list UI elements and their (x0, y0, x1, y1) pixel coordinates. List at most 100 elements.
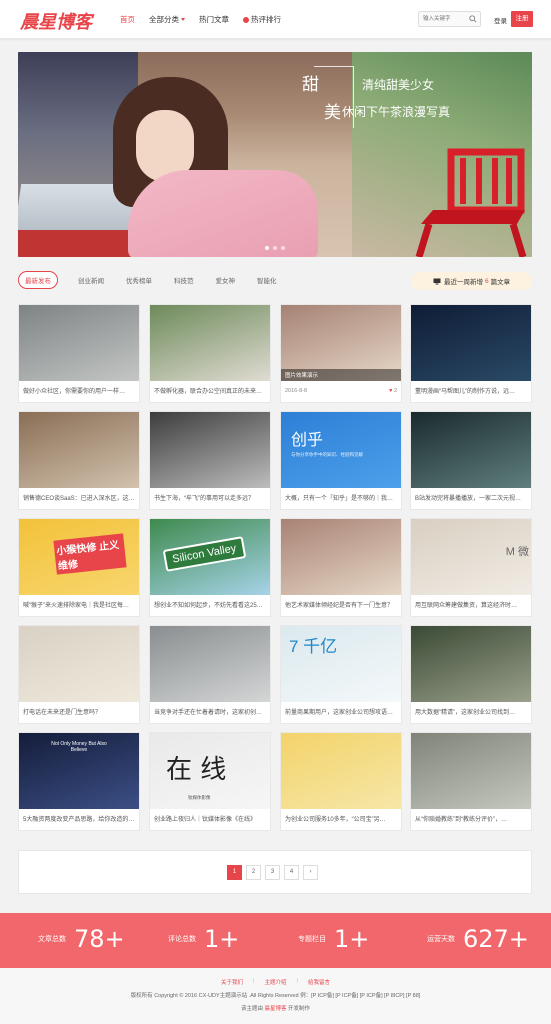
article-card[interactable]: 做好小众社区，你需要你的用户一样… (18, 304, 140, 403)
article-title[interactable]: 董明漫画“马帮图儿”的制作方说，远… (411, 381, 531, 400)
banner-chair (415, 148, 527, 257)
tab-tech[interactable]: 科技范 (174, 275, 194, 285)
article-title[interactable]: 想创业不知如何起步，不妨先看看这25… (150, 595, 270, 614)
thumb-side-text: M 微 (505, 546, 529, 558)
article-title[interactable]: 为创业公司服务10多年，“公司宝”另… (281, 809, 401, 828)
footer-link-message[interactable]: 给我留言 (308, 978, 330, 986)
tab-goddess[interactable]: 爱女神 (216, 275, 236, 285)
article-title[interactable]: B站发动完将暴播播放，一家二次元视… (411, 488, 531, 507)
tab-startup-news[interactable]: 创业新闻 (78, 275, 104, 285)
article-thumbnail[interactable] (411, 626, 531, 702)
next-page-button[interactable]: › (303, 865, 318, 880)
article-thumbnail[interactable] (19, 626, 139, 702)
like-count[interactable]: ♥ 2 (389, 388, 397, 394)
page-1-button[interactable]: 1 (227, 865, 242, 880)
article-card[interactable]: 书生下海，“牟飞”的事用可以走多远？ (149, 411, 271, 510)
banner-dot[interactable] (281, 246, 285, 250)
article-title[interactable]: 用大数据“精请”，这家创业公司找到… (411, 702, 531, 721)
article-thumbnail[interactable] (150, 412, 270, 488)
article-card[interactable]: 当竞争对手还在忙着着请时，这家初创… (149, 625, 271, 724)
login-link[interactable]: 登录 (494, 15, 507, 25)
article-thumbnail[interactable] (281, 733, 401, 809)
article-card[interactable]: 不做孵化器，联合办公空间真正的未来… (149, 304, 271, 403)
article-title[interactable]: 做好小众社区，你需要你的用户一样… (19, 381, 139, 400)
nav-hot-articles-label: 热门文章 (199, 15, 229, 24)
article-thumbnail[interactable] (150, 626, 270, 702)
search-icon[interactable] (469, 15, 477, 23)
article-title[interactable]: 销售德CEO谈SaaS：已进入深水区，这… (19, 488, 139, 507)
article-card[interactable]: 在 线钛媒体影像 创业路上夜归人｜钛媒体影像《在线》 (149, 732, 271, 831)
page-2-button[interactable]: 2 (246, 865, 261, 880)
article-card[interactable]: B站发动完将暴播播放，一家二次元视… (410, 411, 532, 510)
article-thumbnail[interactable]: 小猴快修 止义维修 (19, 519, 139, 595)
nav-home[interactable]: 首页 (120, 14, 135, 25)
hero-banner[interactable]: 甜 美 清纯甜美少女 休闲下午茶浪漫写真 (18, 52, 532, 257)
article-title[interactable]: 他艺术家媒体倾经纪是否有下一门生意？ (281, 595, 401, 614)
thumb-stage-text: Not Only Money But Also Believe (51, 741, 107, 753)
article-title[interactable]: 创业路上夜归人｜钛媒体影像《在线》 (150, 809, 270, 828)
stat-value: 78+ (74, 925, 125, 953)
search-input[interactable] (419, 12, 467, 26)
article-thumbnail[interactable]: Silicon Valley (150, 519, 270, 595)
article-thumbnail[interactable] (411, 412, 531, 488)
article-thumbnail[interactable] (19, 412, 139, 488)
article-card[interactable]: 小猴快修 止义维修 喊“猴子”来火速排除家电｜我是社区每… (18, 518, 140, 617)
article-title[interactable]: 用互联网众筹建做集资，算这经济时… (411, 595, 531, 614)
article-thumbnail[interactable]: 7 千亿 (281, 626, 401, 702)
article-thumbnail[interactable]: Not Only Money But Also Believe (19, 733, 139, 809)
banner-pagination (265, 246, 285, 250)
page-4-button[interactable]: 4 (284, 865, 299, 880)
article-card[interactable]: 用大数据“精请”，这家创业公司找到… (410, 625, 532, 724)
article-thumbnail[interactable] (19, 305, 139, 381)
article-title[interactable]: 大概，只有一个「知乎」是不够的｜我… (281, 488, 401, 507)
article-card[interactable]: 打电话在未来还是门生意吗？ (18, 625, 140, 724)
article-card[interactable]: 销售德CEO谈SaaS：已进入深水区，这… (18, 411, 140, 510)
register-button[interactable]: 注册 (511, 11, 533, 27)
article-title[interactable]: 从“你赔婚教练”到“教练分评价”，… (411, 809, 531, 828)
footer-link-theme[interactable]: 主题介绍 (264, 978, 286, 986)
article-title[interactable]: 书生下海，“牟飞”的事用可以走多远？ (150, 488, 270, 507)
nav-top-comments[interactable]: 热评排行 (243, 14, 281, 25)
article-card[interactable]: M 微用互联网众筹建做集资，算这经济时… (410, 518, 532, 617)
article-card[interactable]: Not Only Money But Also Believe 5大融资两度改变产… (18, 732, 140, 831)
site-logo[interactable]: 晨星博客 (20, 8, 92, 34)
banner-dot[interactable] (265, 246, 269, 250)
article-card[interactable]: 他艺术家媒体倾经纪是否有下一门生意？ (280, 518, 402, 617)
caption-line-1: 清纯甜美少女 (362, 78, 435, 92)
article-title[interactable]: 当竞争对手还在忙着着请时，这家初创… (150, 702, 270, 721)
article-title[interactable]: 前量商果期用户，这家创业公司想攻语… (281, 702, 401, 721)
footer-link-about[interactable]: 关于我们 (221, 978, 243, 986)
article-card[interactable]: 董明漫画“马帮图儿”的制作方说，远… (410, 304, 532, 403)
page-3-button[interactable]: 3 (265, 865, 280, 880)
banner-dot[interactable] (273, 246, 277, 250)
article-thumbnail[interactable]: M 微 (411, 519, 531, 595)
article-title[interactable]: 5大融资两度改变产品思路，给你改造的… (19, 809, 139, 828)
article-card[interactable]: 7 千亿 前量商果期用户，这家创业公司想攻语… (280, 625, 402, 724)
article-thumbnail[interactable] (281, 519, 401, 595)
article-thumbnail[interactable]: 创乎 与你分享你手中的知识、经验和见解 (281, 412, 401, 488)
thumb-logo-text: 创乎 (291, 432, 324, 449)
pagination: 1 2 3 4 › (227, 865, 318, 880)
nav-all-categories-label: 全部分类 (149, 15, 179, 24)
article-card[interactable]: 为创业公司服务10多年，“公司宝”另… (280, 732, 402, 831)
article-thumbnail[interactable]: 在 线钛媒体影像 (150, 733, 270, 809)
article-thumbnail[interactable] (150, 305, 270, 381)
tab-latest[interactable]: 最新发布 (18, 271, 58, 289)
nav-hot-articles[interactable]: 热门文章 (199, 14, 229, 25)
article-card[interactable]: 创乎 与你分享你手中的知识、经验和见解 大概，只有一个「知乎」是不够的｜我… (280, 411, 402, 510)
article-title[interactable]: 喊“猴子”来火速排除家电｜我是社区每… (19, 595, 139, 614)
article-card[interactable]: 图片效果演示 2016-8-8 ♥ 2 (280, 304, 402, 403)
recent-suffix: 篇文章 (490, 279, 511, 286)
pagination-panel: 1 2 3 4 › (18, 850, 532, 894)
article-thumbnail[interactable]: 图片效果演示 (281, 305, 401, 381)
article-card[interactable]: Silicon Valley 想创业不知如何起步，不妨先看看这25… (149, 518, 271, 617)
tab-top-lists[interactable]: 优秀榜单 (126, 275, 152, 285)
theme-name-link[interactable]: 晨星博客 (264, 1006, 286, 1012)
article-title[interactable]: 不做孵化器，联合办公空间真正的未来… (150, 381, 270, 400)
article-title[interactable]: 打电话在未来还是门生意吗？ (19, 702, 139, 721)
article-thumbnail[interactable] (411, 305, 531, 381)
nav-all-categories[interactable]: 全部分类 (149, 14, 185, 25)
article-card[interactable]: 从“你赔婚教练”到“教练分评价”，… (410, 732, 532, 831)
article-thumbnail[interactable] (411, 733, 531, 809)
tab-smart[interactable]: 智能化 (257, 275, 277, 285)
